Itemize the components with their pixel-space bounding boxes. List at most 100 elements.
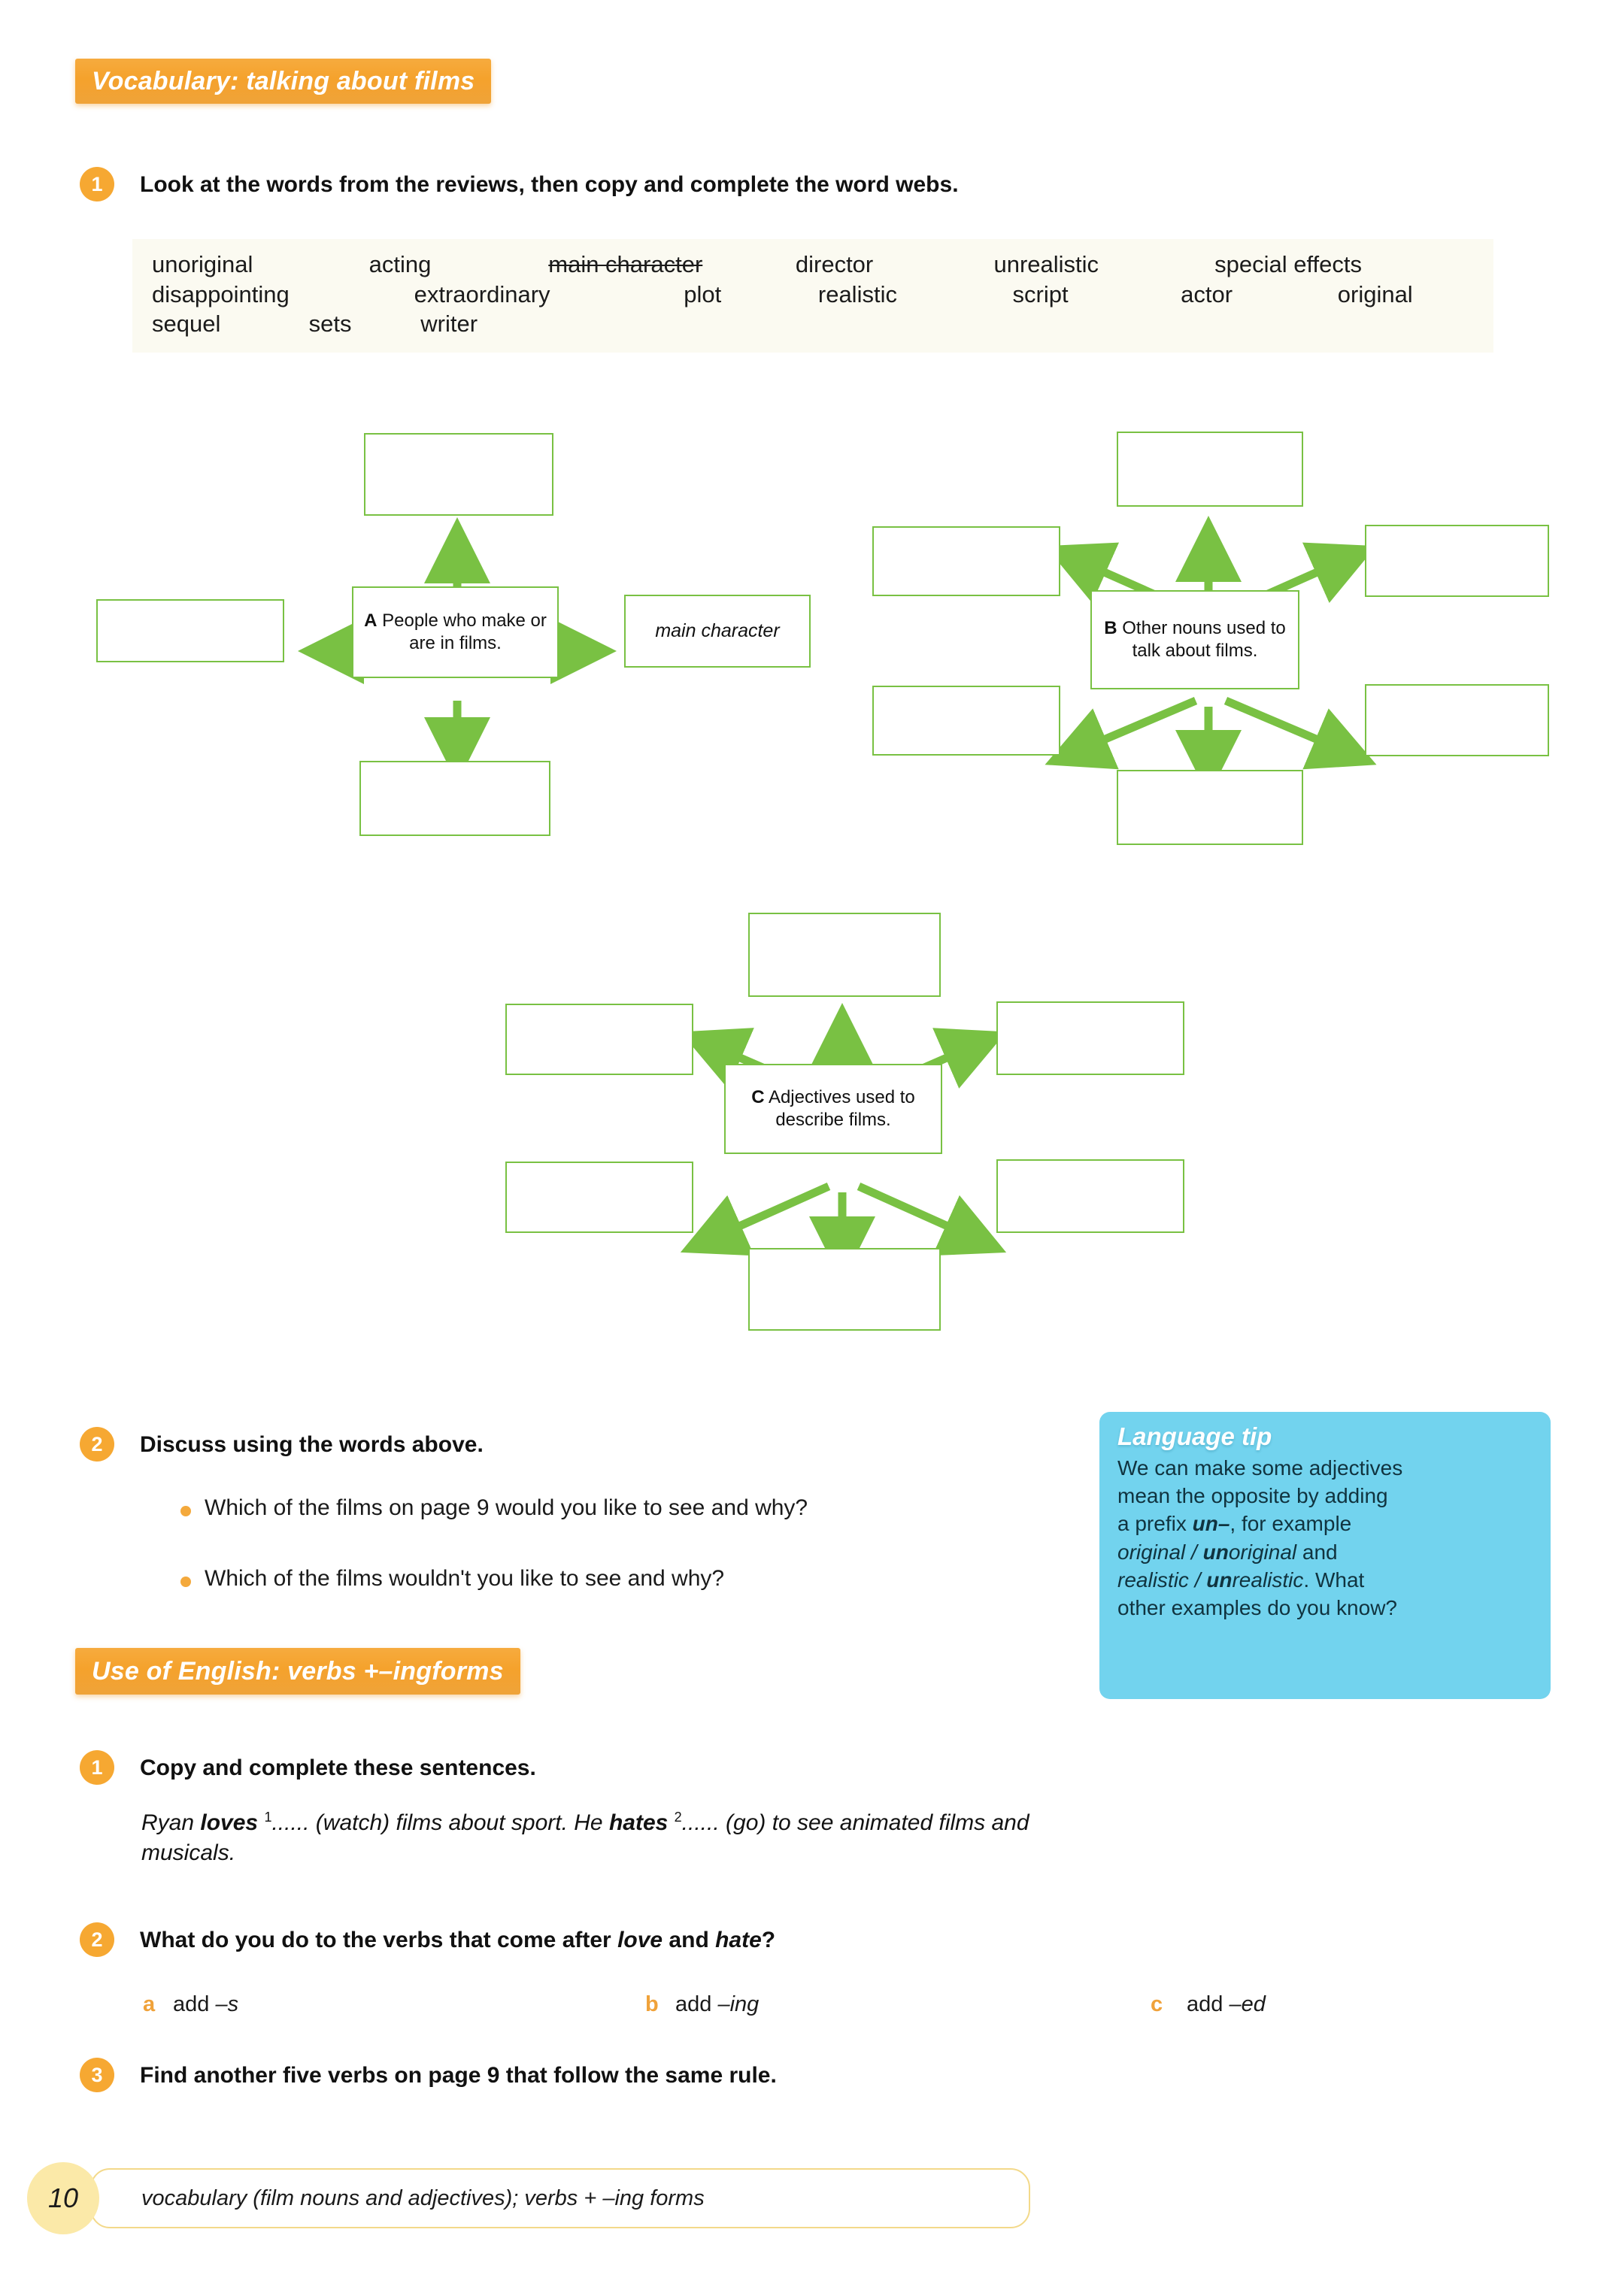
tip-l4-original2: original xyxy=(1228,1540,1297,1564)
option-a-italic: –s xyxy=(215,1992,239,2016)
web-a-center-box: A People who make or are in films. xyxy=(352,586,559,678)
word-original: original xyxy=(1337,280,1413,307)
word-special-effects: special effects xyxy=(1214,251,1362,277)
vocabulary-banner-label: Vocabulary: talking about films xyxy=(92,66,475,95)
web-b-box-upper-left[interactable] xyxy=(872,526,1060,596)
footer-page-circle: 10 xyxy=(27,2162,99,2234)
discuss-bullet-dot-2 xyxy=(180,1577,191,1587)
uoe-exercise-3-instruction: Find another five verbs on page 9 that f… xyxy=(140,2063,777,2088)
option-c-italic: –ed xyxy=(1229,1992,1266,2016)
option-a-plain: add xyxy=(173,1992,216,2016)
exercise-1-number-badge: 1 xyxy=(80,167,114,201)
web-c-box-top[interactable] xyxy=(748,913,941,997)
web-b-box-top[interactable] xyxy=(1117,432,1303,507)
web-c-box-upper-right[interactable] xyxy=(996,1001,1184,1075)
web-c-box-lower-right[interactable] xyxy=(996,1159,1184,1233)
web-c-center-box: C Adjectives used to describe films. xyxy=(724,1064,942,1154)
word-main-character: main character xyxy=(548,251,703,277)
option-b-label[interactable]: b xyxy=(645,1992,659,2017)
uoe-exercise-2-instruction: What do you do to the verbs that come af… xyxy=(140,1926,1268,1955)
discuss-bullet-dot-1 xyxy=(180,1506,191,1516)
web-b-box-bottom[interactable] xyxy=(1117,770,1303,845)
option-c-text[interactable]: add –ed xyxy=(1187,1992,1266,2017)
word-extraordinary: extraordinary xyxy=(414,280,550,307)
option-c-plain: add xyxy=(1187,1992,1230,2016)
use-of-english-banner-ing: –ing xyxy=(378,1656,432,1686)
sentence-sup-2: 2 xyxy=(674,1810,682,1825)
language-tip-line-3: a prefix un–, for example xyxy=(1117,1510,1534,1537)
web-c-center-text: Adjectives used to describe films. xyxy=(768,1086,915,1130)
uoe-exercise-2-number-badge: 2 xyxy=(80,1922,114,1957)
discuss-bullet-1: Which of the films on page 9 would you l… xyxy=(205,1495,808,1520)
uoe-ex2-text-a: What do you do to the verbs that come af… xyxy=(140,1928,618,1952)
web-a-box-top[interactable] xyxy=(364,433,553,516)
tip-l3-prefix: un– xyxy=(1192,1512,1230,1536)
sentence-part-4: musicals. xyxy=(141,1840,236,1865)
sentence-verb-hates: hates xyxy=(608,1810,669,1835)
tip-l5-slash: / xyxy=(1188,1568,1207,1592)
sentence-part-3: ...... (go) to see animated films and xyxy=(681,1810,1029,1835)
web-a-box-right-label: main character xyxy=(655,619,780,641)
tip-l3-a: a prefix xyxy=(1117,1512,1193,1536)
uoe-ex2-word-love: love xyxy=(617,1928,663,1952)
uoe-ex2-text-q: ? xyxy=(761,1928,776,1952)
uoe-exercise-1-instruction: Copy and complete these sentences. xyxy=(140,1755,536,1780)
uoe-exercise-1-number-badge: 1 xyxy=(80,1750,114,1785)
web-b-center-box: B Other nouns used to talk about films. xyxy=(1090,590,1299,689)
web-a-box-right[interactable]: main character xyxy=(624,595,811,668)
web-b-box-lower-right[interactable] xyxy=(1365,684,1549,756)
uoe-exercise-2-number: 2 xyxy=(91,1928,103,1951)
option-c-label[interactable]: c xyxy=(1151,1992,1163,2017)
sentence-part-1: Ryan xyxy=(141,1810,201,1835)
word-acting: acting xyxy=(368,251,432,277)
word-writer: writer xyxy=(420,310,478,338)
uoe-exercise-3-number: 3 xyxy=(91,2063,103,2086)
word-disappointing: disappointing xyxy=(152,280,290,307)
web-b-box-lower-left[interactable] xyxy=(872,686,1060,756)
word-unrealistic: unrealistic xyxy=(993,251,1099,277)
web-c-box-lower-left[interactable] xyxy=(505,1162,693,1233)
web-b-letter: B xyxy=(1104,617,1117,638)
web-c-box-bottom[interactable] xyxy=(748,1248,941,1331)
word-unoriginal: unoriginal xyxy=(152,251,253,277)
uoe-ex2-text-and: and xyxy=(663,1928,716,1952)
word-realistic: realistic xyxy=(817,280,897,307)
uoe-exercise-1-number: 1 xyxy=(91,1755,103,1779)
vocabulary-section-banner: Vocabulary: talking about films xyxy=(75,59,492,104)
tip-l4-and: and xyxy=(1296,1540,1338,1564)
option-a-text[interactable]: add –s xyxy=(173,1992,238,2017)
uoe-exercise-3-number-badge: 3 xyxy=(80,2058,114,2092)
exercise-1-number: 1 xyxy=(91,172,103,195)
footer-page-number: 10 xyxy=(47,2182,79,2213)
tip-l4-original: original xyxy=(1117,1540,1186,1564)
exercise-2-discuss-number-badge: 2 xyxy=(80,1427,114,1462)
language-tip-body: We can make some adjectives mean the opp… xyxy=(1117,1454,1534,1622)
tip-l4-slash: / xyxy=(1185,1540,1203,1564)
uoe-sentence: Ryan loves 1...... (watch) films about s… xyxy=(141,1808,1540,1867)
exercise-2-discuss-instruction: Discuss using the words above. xyxy=(140,1432,484,1457)
web-b-box-upper-right[interactable] xyxy=(1365,525,1549,597)
use-of-english-banner-label-2: forms xyxy=(432,1656,504,1686)
web-a-box-bottom[interactable] xyxy=(359,761,550,836)
tip-l4-un: un xyxy=(1202,1540,1229,1564)
word-director: director xyxy=(795,251,874,277)
word-sequel: sequel xyxy=(152,310,221,338)
word-bank: unoriginal acting main character directo… xyxy=(132,239,1493,353)
language-tip-title: Language tip xyxy=(1117,1422,1272,1450)
language-tip-line-1: We can make some adjectives xyxy=(1117,1456,1403,1480)
option-b-italic: –ing xyxy=(717,1992,760,2016)
use-of-english-section-banner: Use of English: verbs + –ing forms xyxy=(75,1648,520,1695)
sentence-part-2: ...... (watch) films about sport. He xyxy=(271,1810,609,1835)
web-c-box-upper-left[interactable] xyxy=(505,1004,693,1075)
option-a-label[interactable]: a xyxy=(143,1992,155,2017)
web-a-box-left[interactable] xyxy=(96,599,284,662)
sentence-verb-loves: loves xyxy=(200,1810,259,1835)
tip-l5-realistic: realistic xyxy=(1117,1568,1189,1592)
word-actor: actor xyxy=(1181,280,1233,307)
language-tip-line-5: realistic / unrealistic. What xyxy=(1117,1566,1534,1594)
option-b-text[interactable]: add –ing xyxy=(675,1992,759,2017)
web-a-center-text: People who make or are in films. xyxy=(382,610,547,653)
tip-l5-what: . What xyxy=(1303,1568,1365,1592)
web-a-letter: A xyxy=(364,610,378,631)
discuss-bullet-2: Which of the films wouldn't you like to … xyxy=(205,1566,725,1591)
